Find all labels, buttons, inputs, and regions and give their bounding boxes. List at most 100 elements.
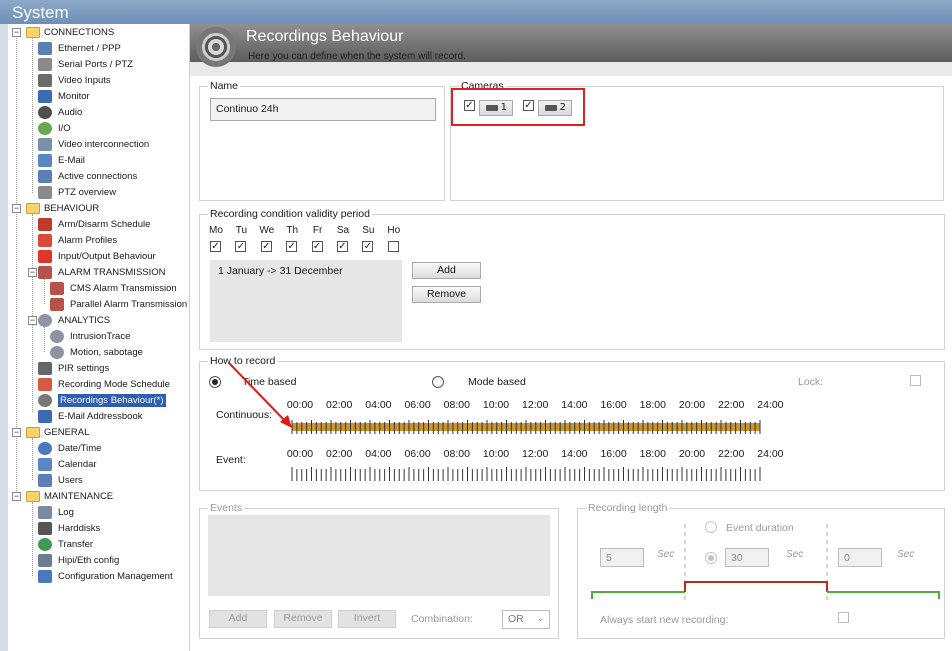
tree-item-pir-settings[interactable]: PIR settings: [38, 360, 109, 376]
tree-item-io-behaviour[interactable]: Input/Output Behaviour: [38, 248, 156, 264]
camera-1-checkbox[interactable]: ✓: [464, 100, 475, 111]
continuous-timeline[interactable]: [291, 419, 763, 436]
tree-item-ethernet[interactable]: Ethernet / PPP: [38, 40, 121, 56]
tree-line: [32, 38, 33, 193]
tree-item-intrusiontrace[interactable]: IntrusionTrace: [50, 328, 130, 344]
tree-item-label: PIR settings: [58, 362, 110, 374]
tree-item-email-addressbook[interactable]: E-Mail Addressbook: [38, 408, 142, 424]
tree-item-label-selected: Recordings Behaviour(*): [58, 393, 166, 407]
pre-record-line: [591, 591, 685, 599]
tree-item-recording-mode-schedule[interactable]: Recording Mode Schedule: [38, 376, 170, 392]
tree-item-io[interactable]: I/O: [38, 120, 71, 136]
camera-2-checkbox[interactable]: ✓: [523, 100, 534, 111]
tree-item-email[interactable]: E-Mail: [38, 152, 85, 168]
network-icon: [38, 41, 52, 55]
folder-icon: [26, 490, 40, 502]
time-tick-label: 10:00: [482, 399, 510, 411]
period-list[interactable]: 1 January -> 31 December: [210, 260, 402, 342]
post-record-line: [827, 591, 940, 599]
tree-item-arm-disarm-schedule[interactable]: Arm/Disarm Schedule: [38, 216, 150, 232]
remove-event-button[interactable]: Remove: [274, 610, 332, 628]
weekday-label: Fr: [312, 225, 323, 236]
events-list[interactable]: [208, 515, 550, 596]
email-icon: [38, 153, 52, 167]
tree-item-serial-ports[interactable]: Serial Ports / PTZ: [38, 56, 133, 72]
tree-item-monitor[interactable]: Monitor: [38, 88, 90, 104]
ptz-icon: [38, 185, 52, 199]
tree-folder-maintenance[interactable]: MAINTENANCE: [26, 488, 113, 504]
weekday-checkbox[interactable]: ✓: [235, 241, 247, 252]
transfer-icon: [38, 537, 52, 551]
weekday-checkbox[interactable]: [387, 241, 399, 252]
weekday-checkbox[interactable]: ✓: [311, 241, 323, 252]
weekday-checkbox[interactable]: ✓: [362, 241, 374, 252]
collapse-toggle[interactable]: −: [12, 492, 21, 501]
tree-folder-connections[interactable]: CONNECTIONS: [26, 24, 114, 40]
tree-item-video-inputs[interactable]: Video Inputs: [38, 72, 111, 88]
name-input[interactable]: Continuo 24h: [210, 98, 436, 121]
mode-based-radio[interactable]: [432, 376, 444, 388]
tree-item-motion-sabotage[interactable]: Motion, sabotage: [50, 344, 143, 360]
tree-item-calendar[interactable]: Calendar: [38, 456, 97, 472]
tree-folder-alarm-transmission[interactable]: ALARM TRANSMISSION: [38, 264, 166, 280]
time-tick-label: 10:00: [482, 448, 510, 460]
network-config-icon: [38, 553, 52, 567]
tree-item-hipi-eth-config[interactable]: Hipi/Eth config: [38, 552, 119, 568]
tree-item-parallel-alarm-transmission[interactable]: Parallel Alarm Transmission: [50, 296, 187, 312]
weekday-label: We: [259, 225, 275, 236]
weekday-checkbox[interactable]: ✓: [337, 241, 348, 252]
tree-folder-behaviour[interactable]: BEHAVIOUR: [26, 200, 99, 216]
tree-item-label: Calendar: [58, 458, 97, 470]
collapse-toggle[interactable]: −: [28, 268, 37, 277]
tree-item-log[interactable]: Log: [38, 504, 74, 520]
tree-item-audio[interactable]: Audio: [38, 104, 82, 120]
collapse-toggle[interactable]: −: [12, 428, 21, 437]
add-event-button[interactable]: Add: [209, 610, 267, 628]
collapse-toggle[interactable]: −: [12, 204, 21, 213]
tree-item-harddisks[interactable]: Harddisks: [38, 520, 100, 536]
time-tick-label: 24:00: [757, 448, 784, 460]
collapse-toggle[interactable]: −: [28, 316, 37, 325]
weekday-checkbox[interactable]: ✓: [286, 241, 298, 252]
tree-line: [44, 278, 45, 304]
combination-value: OR: [508, 613, 524, 625]
lock-checkbox[interactable]: [910, 375, 921, 386]
combination-select[interactable]: OR ⌄: [502, 610, 550, 629]
time-tick-label: 02:00: [326, 448, 353, 460]
time-based-radio[interactable]: [209, 376, 221, 388]
tree-item-date-time[interactable]: Date/Time: [38, 440, 101, 456]
camera-icon: [38, 73, 52, 87]
navigation-tree[interactable]: − CONNECTIONS Ethernet / PPP Serial Port…: [8, 24, 190, 651]
tree-item-alarm-profiles[interactable]: Alarm Profiles: [38, 232, 117, 248]
tree-item-users[interactable]: Users: [38, 472, 83, 488]
weekday-checkbox[interactable]: ✓: [210, 241, 221, 252]
collapse-toggle[interactable]: −: [12, 28, 21, 37]
tree-item-active-connections[interactable]: Active connections: [38, 168, 137, 184]
tree-item-label: Video Inputs: [58, 74, 111, 86]
tree-item-ptz-overview[interactable]: PTZ overview: [38, 184, 116, 200]
tree-item-transfer[interactable]: Transfer: [38, 536, 93, 552]
tree-item-label: Arm/Disarm Schedule: [58, 218, 151, 230]
tree-item-cms-alarm-transmission[interactable]: CMS Alarm Transmission: [50, 280, 177, 296]
camera-2-button[interactable]: 2: [538, 100, 572, 116]
event-timeline[interactable]: [291, 466, 763, 483]
tree-item-recordings-behaviour[interactable]: Recordings Behaviour(*): [38, 392, 166, 408]
harddisk-icon: [38, 521, 52, 535]
invert-event-button[interactable]: Invert: [338, 610, 396, 628]
film-reel-icon: [38, 393, 52, 407]
camera-1-button[interactable]: 1: [479, 100, 513, 116]
tree-folder-general[interactable]: GENERAL: [26, 424, 89, 440]
time-tick-label: 24:00: [757, 399, 784, 411]
combination-label: Combination:: [411, 613, 473, 625]
weekday-checkbox[interactable]: ✓: [260, 241, 272, 252]
always-start-checkbox[interactable]: [838, 612, 849, 623]
tree-folder-analytics[interactable]: ANALYTICS: [38, 312, 110, 328]
tree-item-configuration-management[interactable]: Configuration Management: [38, 568, 173, 584]
period-list-item[interactable]: 1 January -> 31 December: [218, 265, 343, 277]
schedule-icon: [38, 217, 52, 231]
tree-item-video-interconnection[interactable]: Video interconnection: [38, 136, 149, 152]
tree-line: [44, 326, 45, 352]
add-period-button[interactable]: Add: [412, 262, 481, 279]
folder-icon: [26, 426, 40, 438]
remove-period-button[interactable]: Remove: [412, 286, 481, 303]
